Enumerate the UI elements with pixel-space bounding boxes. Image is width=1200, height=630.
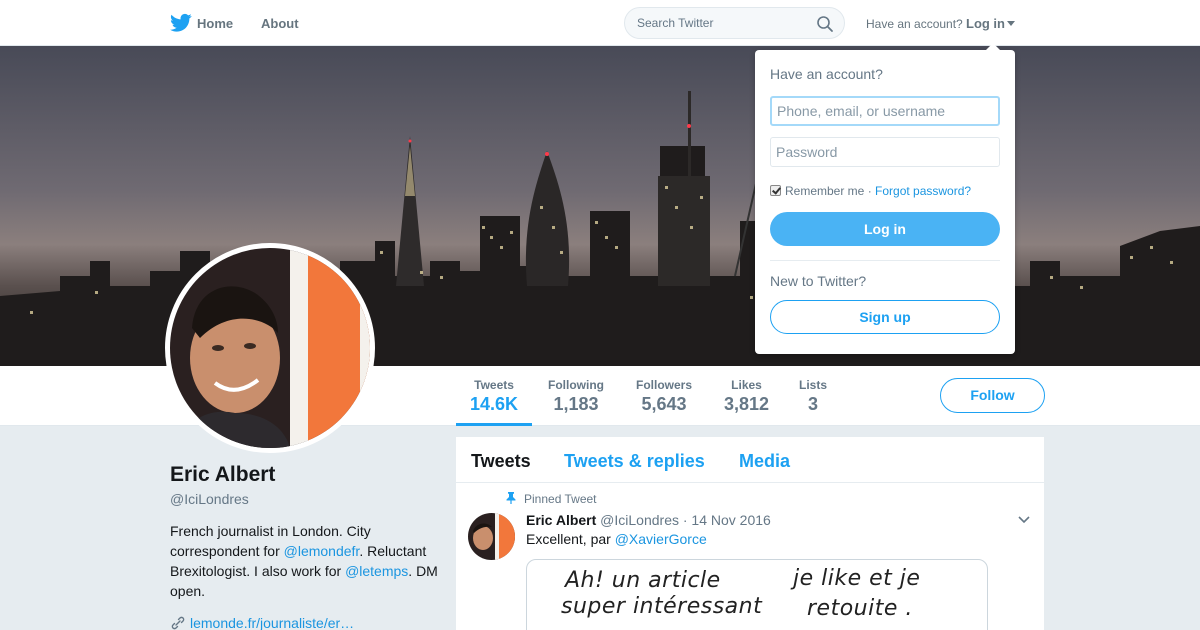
stat-value: 1,183 (553, 394, 599, 414)
login-menu-link[interactable]: Log in (966, 16, 1005, 31)
nav-about-link[interactable]: About (261, 16, 299, 31)
tab-tweets[interactable]: Tweets (471, 451, 531, 472)
stat-value: 3 (808, 394, 819, 414)
remember-label[interactable]: Remember me · (785, 184, 875, 198)
stat-value: 14.6K (470, 394, 519, 414)
login-button[interactable]: Log in (770, 212, 1000, 246)
search-icon[interactable] (816, 15, 834, 33)
have-account-text: Have an account? (866, 17, 963, 31)
divider (770, 260, 1000, 261)
pinned-label-row: Pinned Tweet (506, 492, 597, 506)
tweet-author-name[interactable]: Eric Albert (526, 512, 596, 528)
profile-avatar[interactable] (165, 243, 375, 453)
stat-label: Likes (731, 378, 762, 392)
pin-icon (506, 492, 516, 504)
cartoon-text: Ah! un article (565, 568, 721, 593)
password-field[interactable] (770, 137, 1000, 167)
cartoon-text: super intéressant (561, 594, 763, 619)
search-box[interactable]: Search Twitter (624, 7, 845, 39)
nav-home-link[interactable]: Home (197, 16, 233, 31)
tweet-header: Eric Albert @IciLondres · 14 Nov 2016 (526, 512, 771, 528)
chevron-down-icon[interactable] (1018, 515, 1030, 525)
tweet-media-image[interactable]: Ah! un article super intéressant je like… (526, 559, 988, 630)
caret-down-icon[interactable] (1007, 21, 1015, 26)
tweet-text: Excellent, par @XavierGorce (526, 531, 707, 547)
tab-media[interactable]: Media (739, 451, 790, 472)
bio-mention-letemps[interactable]: @letemps (345, 563, 408, 579)
login-dropdown-title: Have an account? (770, 66, 883, 82)
tab-tweets-replies[interactable]: Tweets & replies (564, 451, 705, 472)
profile-handle: @IciLondres (170, 491, 249, 507)
tweet-meta[interactable]: @IciLondres · 14 Nov 2016 (600, 512, 771, 528)
pinned-label: Pinned Tweet (524, 492, 597, 506)
forgot-password-link[interactable]: Forgot password? (875, 184, 971, 198)
profile-bio: French journalist in London. City corres… (170, 521, 440, 601)
profile-website-link[interactable]: lemonde.fr/journaliste/er… (190, 615, 354, 630)
new-to-twitter-text: New to Twitter? (770, 273, 867, 289)
tweet-body: Excellent, par (526, 531, 615, 547)
username-field[interactable] (770, 96, 1000, 126)
signup-button[interactable]: Sign up (770, 300, 1000, 334)
timeline: Tweets Tweets & replies Media Pinned Twe… (456, 437, 1044, 630)
profile-website[interactable]: lemonde.fr/journaliste/er… (170, 615, 354, 630)
stat-value: 3,812 (724, 394, 770, 414)
stat-followers[interactable]: Followers 5,643 (636, 378, 692, 415)
cartoon-text: retouite . (807, 596, 913, 621)
stat-likes[interactable]: Likes 3,812 (724, 378, 769, 415)
top-nav: Home About Search Twitter Have an accoun… (0, 0, 1200, 46)
timeline-tabs: Tweets Tweets & replies Media (456, 437, 1044, 483)
stat-label: Tweets (474, 378, 514, 392)
login-dropdown: Have an account? Remember me · Forgot pa… (755, 43, 1015, 354)
remember-row: Remember me · Forgot password? (770, 184, 971, 198)
twitter-bird-icon[interactable] (170, 13, 192, 33)
stat-label: Lists (799, 378, 828, 392)
search-input[interactable]: Search Twitter (637, 16, 713, 30)
cartoon-text: je like et je (793, 566, 921, 591)
follow-button[interactable]: Follow (940, 378, 1045, 413)
stat-label: Following (548, 378, 604, 392)
stat-following[interactable]: Following 1,183 (548, 378, 604, 415)
stat-value: 5,643 (641, 394, 687, 414)
remember-checkbox[interactable] (770, 185, 781, 196)
tweet-avatar[interactable] (468, 513, 515, 560)
link-icon (171, 616, 185, 630)
avatar-photo (170, 248, 370, 448)
tweet-avatar-photo (468, 513, 515, 560)
stat-lists[interactable]: Lists 3 (799, 378, 827, 415)
stat-tweets[interactable]: Tweets 14.6K (455, 378, 533, 426)
stat-label: Followers (636, 378, 693, 392)
profile-name[interactable]: Eric Albert (170, 463, 275, 487)
tweet-mention[interactable]: @XavierGorce (615, 531, 707, 547)
bio-mention-lemondefr[interactable]: @lemondefr (284, 543, 360, 559)
